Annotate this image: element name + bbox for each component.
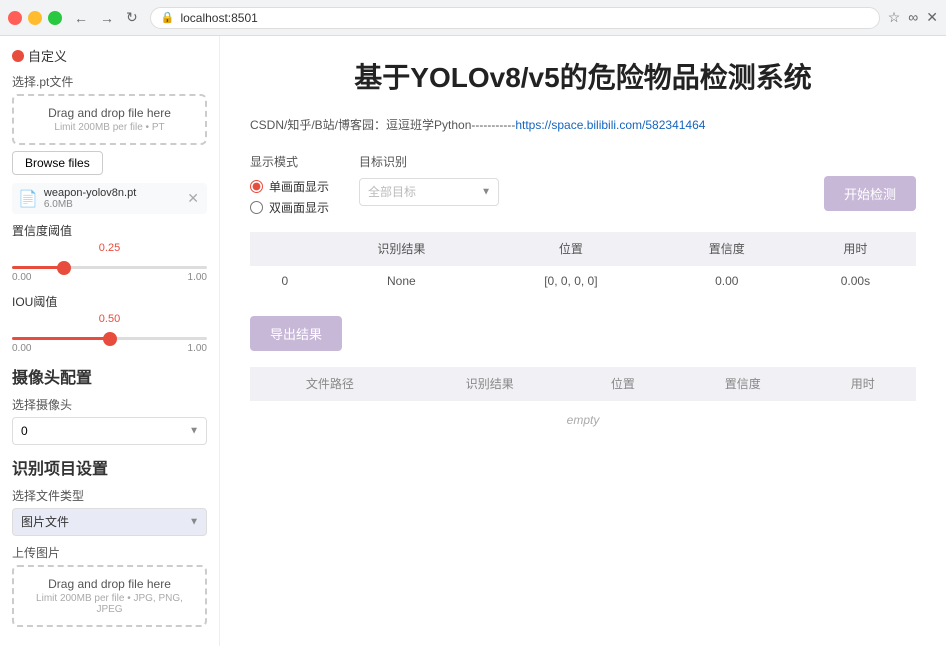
- result-col-position: 位置: [570, 367, 677, 401]
- result-col-time: 用时: [809, 367, 916, 401]
- display-mode-label: 显示模式: [250, 153, 329, 170]
- main-content: 基于YOLOv8/v5的危险物品检测系统 CSDN/知乎/B站/博客园：逗逗班学…: [220, 36, 946, 646]
- display-mode-radios: 单画面显示 双画面显示: [250, 178, 329, 216]
- target-label: 目标识别: [359, 153, 499, 170]
- window-controls: ✕ – +: [8, 11, 62, 25]
- address-bar[interactable]: 🔒 localhost:8501: [150, 7, 880, 29]
- radio-double-label[interactable]: 双画面显示: [250, 199, 329, 216]
- dropzone-limit: Limit 200MB per file • PT: [24, 122, 195, 133]
- sidebar-title: 自定义: [12, 46, 207, 65]
- camera-select-wrapper: 0 ▼: [12, 417, 207, 445]
- filetype-select[interactable]: 图片文件: [12, 508, 207, 536]
- target-select[interactable]: 全部目标: [359, 178, 499, 206]
- confidence-slider[interactable]: [12, 266, 207, 269]
- browser-action-icons: ☆ ∞ ✕: [888, 9, 938, 26]
- iou-value: 0.50: [95, 312, 124, 326]
- result-empty-cell: empty: [250, 401, 916, 440]
- radio-single-label[interactable]: 单画面显示: [250, 178, 329, 195]
- upload-label: 上传图片: [12, 544, 207, 561]
- file-name: weapon-yolov8n.pt: [44, 187, 179, 199]
- maximize-btn[interactable]: +: [48, 11, 62, 25]
- result-empty-row: empty: [250, 401, 916, 440]
- recognition-heading: 识别项目设置: [12, 455, 207, 479]
- browse-files-button[interactable]: Browse files: [12, 151, 103, 175]
- target-select-wrapper: 全部目标 ▼: [359, 178, 499, 206]
- display-mode-group: 显示模式 单画面显示 双画面显示: [250, 153, 329, 216]
- row-result: None: [320, 266, 483, 297]
- result-table: 文件路径 识别结果 位置 置信度 用时 empty: [250, 367, 916, 439]
- controls-top-row: 显示模式 单画面显示 双画面显示 目标识别 全部目标 ▼: [250, 153, 916, 216]
- iou-slider[interactable]: [12, 337, 207, 340]
- detect-col-time: 用时: [795, 232, 916, 266]
- row-confidence: 0.00: [659, 266, 795, 297]
- export-results-button[interactable]: 导出结果: [250, 316, 342, 351]
- target-group: 目标识别 全部目标 ▼: [359, 153, 499, 206]
- radio-single-text: 单画面显示: [269, 178, 329, 195]
- start-detection-button[interactable]: 开始检测: [824, 176, 916, 211]
- camera-heading: 摄像头配置: [12, 364, 207, 388]
- radio-double-input[interactable]: [250, 201, 263, 214]
- detect-col-confidence: 置信度: [659, 232, 795, 266]
- filetype-select-wrapper: 图片文件 ▼: [12, 508, 207, 536]
- forward-button[interactable]: →: [96, 7, 118, 28]
- camera-select[interactable]: 0: [12, 417, 207, 445]
- url-text: localhost:8501: [180, 11, 257, 25]
- pt-dropzone[interactable]: Drag and drop file here Limit 200MB per …: [12, 94, 207, 145]
- reload-button[interactable]: ↻: [122, 7, 142, 28]
- bilibili-link[interactable]: https://space.bilibili.com/582341464: [515, 118, 705, 132]
- iou-label: IOU阈值: [12, 293, 207, 310]
- pt-file-label: 选择.pt文件: [12, 73, 207, 90]
- detect-col-position: 位置: [483, 232, 659, 266]
- result-col-result: 识别结果: [410, 367, 570, 401]
- detect-table-header-row: 识别结果 位置 置信度 用时: [250, 232, 916, 266]
- table-row: 0 None [0, 0, 0, 0] 0.00 0.00s: [250, 266, 916, 297]
- red-dot-icon: [12, 50, 24, 62]
- row-index: 0: [250, 266, 320, 297]
- nav-controls: ← → ↻: [70, 7, 142, 28]
- minimize-btn[interactable]: –: [28, 11, 42, 25]
- detect-table: 识别结果 位置 置信度 用时 0 None [0, 0, 0, 0] 0.00 …: [250, 232, 916, 296]
- radio-single-input[interactable]: [250, 180, 263, 193]
- upload-dropzone[interactable]: Drag and drop file here Limit 200MB per …: [12, 565, 207, 627]
- sidebar: 自定义 选择.pt文件 Drag and drop file here Limi…: [0, 36, 220, 646]
- upload-dropzone-limit: Limit 200MB per file • JPG, PNG, JPEG: [24, 593, 195, 615]
- iou-section: IOU阈值 0.50 0.00 1.00: [12, 293, 207, 354]
- dropzone-title: Drag and drop file here: [24, 106, 195, 120]
- detect-col-result: 识别结果: [320, 232, 483, 266]
- result-table-header-row: 文件路径 识别结果 位置 置信度 用时: [250, 367, 916, 401]
- radio-double-text: 双画面显示: [269, 199, 329, 216]
- confidence-value: 0.25: [95, 241, 124, 255]
- detect-col-index: [250, 232, 320, 266]
- browser-chrome: ✕ – + ← → ↻ 🔒 localhost:8501 ☆ ∞ ✕: [0, 0, 946, 36]
- remove-file-button[interactable]: ✕: [185, 190, 201, 207]
- row-time: 0.00s: [795, 266, 916, 297]
- file-icon: 📄: [18, 189, 38, 209]
- back-button[interactable]: ←: [70, 7, 92, 28]
- filetype-label: 选择文件类型: [12, 487, 207, 504]
- file-info: weapon-yolov8n.pt 6.0MB: [44, 187, 179, 210]
- extension-icon[interactable]: ∞: [908, 9, 918, 26]
- result-col-confidence: 置信度: [676, 367, 809, 401]
- bookmark-icon[interactable]: ☆: [888, 9, 901, 26]
- camera-label: 选择摄像头: [12, 396, 207, 413]
- confidence-section: 置信度阈值 0.25 0.00 1.00: [12, 222, 207, 283]
- info-text: CSDN/知乎/B站/博客园：逗逗班学Python-----------http…: [250, 116, 916, 133]
- menu-icon[interactable]: ✕: [926, 9, 938, 26]
- uploaded-file-item: 📄 weapon-yolov8n.pt 6.0MB ✕: [12, 183, 207, 214]
- result-col-filepath: 文件路径: [250, 367, 410, 401]
- row-position: [0, 0, 0, 0]: [483, 266, 659, 297]
- close-btn[interactable]: ✕: [8, 11, 22, 25]
- upload-dropzone-title: Drag and drop file here: [24, 577, 195, 591]
- page-title: 基于YOLOv8/v5的危险物品检测系统: [250, 56, 916, 96]
- app-container: 自定义 选择.pt文件 Drag and drop file here Limi…: [0, 36, 946, 646]
- file-size: 6.0MB: [44, 199, 179, 210]
- confidence-label: 置信度阈值: [12, 222, 207, 239]
